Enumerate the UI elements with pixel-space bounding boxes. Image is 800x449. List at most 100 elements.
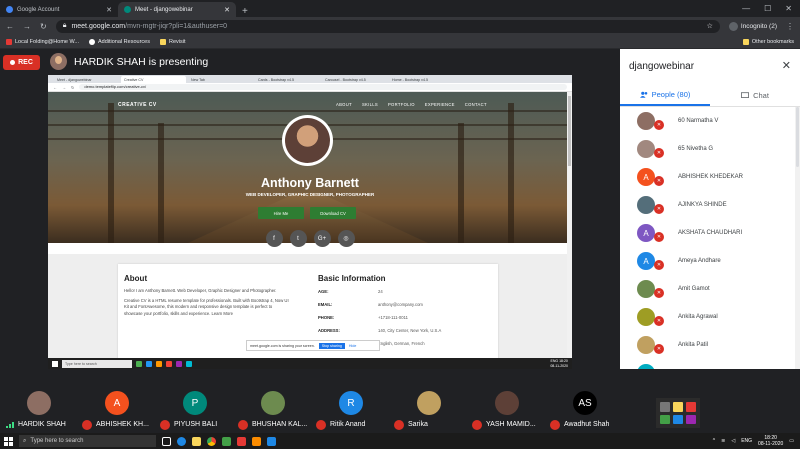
- forward-icon[interactable]: →: [23, 22, 31, 31]
- tray-app-icon[interactable]: [686, 402, 696, 412]
- bookmark-item[interactable]: Additional Resources: [88, 38, 150, 45]
- participant-row[interactable]: ✕ Ankita Patil: [620, 331, 795, 359]
- participant-tile[interactable]: BHUSHAN KAL...: [234, 369, 312, 433]
- tray-app-icon[interactable]: [660, 402, 670, 412]
- address-bar[interactable]: 🔒︎ meet.google.com/mvn-mgtr-jiqr?pli=1&a…: [55, 19, 720, 33]
- incognito-profile[interactable]: Incognito (2): [728, 21, 777, 31]
- bookmarks-bar: Local Folding@Home W... Additional Resou…: [0, 35, 800, 49]
- mic-off-icon: ✕: [654, 288, 664, 298]
- new-tab-icon[interactable]: +: [236, 6, 254, 17]
- start-icon[interactable]: [4, 436, 13, 446]
- close-window-icon[interactable]: ✕: [785, 4, 792, 13]
- participant-tile[interactable]: Sarika: [390, 369, 468, 433]
- taskbar-search[interactable]: ⌕ Type here to search: [19, 435, 156, 447]
- participant-row[interactable]: ✕ AJINKYA SHINDE: [620, 191, 795, 219]
- mic-off-icon: [238, 420, 248, 430]
- shared-scrollbar: [567, 92, 572, 358]
- mic-off-icon: ✕: [654, 120, 664, 130]
- volume-icon[interactable]: ◁: [731, 438, 735, 444]
- vscode-icon[interactable]: [267, 436, 276, 446]
- close-tab-icon[interactable]: ✕: [224, 6, 230, 14]
- participant-name: Amit Gamot: [678, 286, 710, 292]
- screen-share-notice: meet.google.com is sharing your screen. …: [246, 340, 380, 351]
- wifi-icon[interactable]: ≋: [721, 438, 725, 444]
- meet-favicon-icon: [124, 6, 131, 13]
- participant-row[interactable]: A ✕ ABHISHEK KHEDEKAR: [620, 163, 795, 191]
- participant-row[interactable]: A ✕ AKSHATA CHAUDHARI: [620, 219, 795, 247]
- participant-tile[interactable]: AS Awadhut Shah: [546, 369, 624, 433]
- incognito-label: Incognito (2): [740, 22, 777, 30]
- other-bookmarks[interactable]: Other bookmarks: [742, 38, 794, 45]
- tab-meet[interactable]: Meet - djangowebinar ✕: [118, 2, 236, 17]
- participant-name: Awadhut Shah: [564, 421, 610, 428]
- participant-tile[interactable]: A ABHISHEK KH...: [78, 369, 156, 433]
- minimize-icon[interactable]: —: [742, 4, 750, 13]
- bookmark-label: Local Folding@Home W...: [15, 38, 79, 45]
- chrome-icon[interactable]: [207, 436, 216, 446]
- file-explorer-icon[interactable]: [192, 436, 201, 446]
- participant-tile[interactable]: P PIYUSH BALI: [156, 369, 234, 433]
- menu-icon[interactable]: ⋮: [786, 22, 794, 31]
- mic-off-icon: ✕: [654, 316, 664, 326]
- about-paragraph: Hello! I am Anthony Barnett. Web Develop…: [124, 288, 277, 293]
- participant-name: ABHISHEK KH...: [96, 421, 149, 428]
- avatar: [637, 112, 655, 130]
- hero-section: CREATIVE CV ABOUT SKILLS PORTFOLIO EXPER…: [48, 92, 572, 243]
- participant-tile[interactable]: HARDIK SHAH: [0, 369, 78, 433]
- participant-row[interactable]: ✕ 65 Nivetha G: [620, 135, 795, 163]
- close-panel-icon[interactable]: ✕: [782, 59, 791, 72]
- shared-tab: Creative CV: [121, 76, 186, 83]
- recording-badge: REC: [3, 55, 40, 70]
- tab-people[interactable]: People (80): [620, 85, 710, 106]
- participant-name: YASH MAMID...: [486, 421, 536, 428]
- close-tab-icon[interactable]: ✕: [106, 6, 112, 14]
- app-icon[interactable]: [237, 436, 246, 446]
- bookmark-item[interactable]: Local Folding@Home W...: [6, 38, 79, 45]
- avatar: [417, 391, 441, 415]
- participant-row[interactable]: ✕ Amit Gamot: [620, 275, 795, 303]
- participant-name: PIYUSH BALI: [174, 421, 218, 428]
- tray-app-icon[interactable]: [686, 414, 696, 424]
- avatar: R: [339, 391, 363, 415]
- tray-app-icon[interactable]: [673, 414, 683, 424]
- star-icon[interactable]: ☆: [707, 22, 713, 30]
- hire-me-button: Hire Me: [258, 207, 304, 219]
- mic-off-icon: ✕: [654, 260, 664, 270]
- mic-off-icon: [394, 420, 404, 430]
- tray-app-icon[interactable]: [660, 414, 670, 424]
- app-icon[interactable]: [252, 436, 261, 446]
- tab-google-account[interactable]: Google Account ✕: [0, 2, 118, 17]
- presenting-text: HARDIK SHAH is presenting: [74, 55, 209, 68]
- bookmark-item[interactable]: Revisit: [159, 38, 185, 45]
- participant-row[interactable]: ✕ Ankita Agrawal: [620, 303, 795, 331]
- back-icon: ←: [53, 84, 57, 90]
- folder-icon: [159, 38, 166, 45]
- maximize-icon[interactable]: ☐: [764, 4, 771, 13]
- tray-app-icon[interactable]: [673, 402, 683, 412]
- app-icon[interactable]: [222, 436, 231, 446]
- participant-row[interactable]: A ✕ Ameya Andhare: [620, 247, 795, 275]
- participant-row[interactable]: ✕ 60 Narmatha V: [620, 107, 795, 135]
- tab-label: Meet - djangowebinar: [135, 6, 193, 13]
- presenter-avatar: [50, 53, 67, 70]
- back-icon[interactable]: ←: [6, 22, 14, 31]
- clock[interactable]: 18:20 08-11-2020: [758, 435, 783, 447]
- nav-about: ABOUT: [336, 102, 352, 107]
- language-indicator[interactable]: ENG: [741, 438, 752, 444]
- reload-icon[interactable]: ↻: [40, 22, 47, 31]
- share-notice-text: meet.google.com is sharing your screen.: [250, 343, 315, 348]
- info-row: PHONE: +1718-111-0011: [318, 315, 408, 320]
- task-view-icon[interactable]: [162, 436, 171, 446]
- url-host: meet.google.com: [71, 22, 126, 30]
- tab-chat[interactable]: Chat: [710, 85, 800, 106]
- notifications-icon[interactable]: ▭: [789, 438, 794, 444]
- incognito-icon: [728, 21, 738, 31]
- edge-icon[interactable]: [177, 436, 186, 446]
- browser-tabstrip: Google Account ✕ Meet - djangowebinar ✕ …: [0, 0, 800, 17]
- about-title: About: [124, 274, 148, 283]
- participant-tile[interactable]: R Ritik Anand: [312, 369, 390, 433]
- shared-url: demo.templateflip.com/creative-cv/: [79, 84, 567, 90]
- avatar: [27, 391, 51, 415]
- tray-expand-icon[interactable]: ^: [713, 438, 715, 444]
- participant-tile[interactable]: YASH MAMID...: [468, 369, 546, 433]
